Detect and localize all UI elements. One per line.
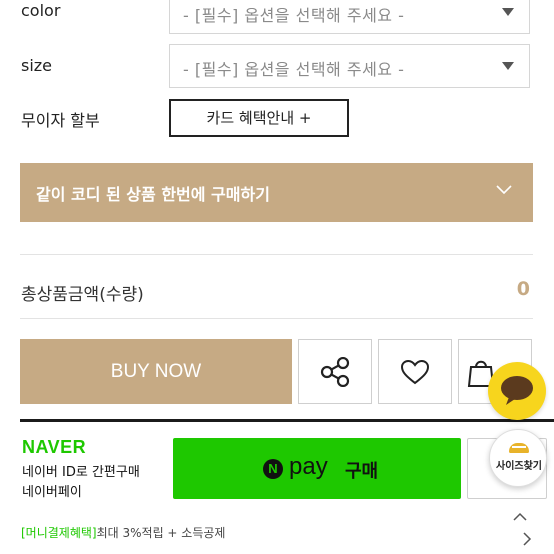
naver-pay-buy-button[interactable]: N pay 구매 — [173, 438, 461, 499]
total-price-value: 0 — [516, 278, 530, 300]
caret-down-icon — [502, 8, 514, 16]
naver-logo: NAVER — [22, 437, 87, 457]
heart-icon — [400, 359, 430, 384]
installment-label: 무이자 할부 — [21, 111, 100, 130]
naver-benefit[interactable]: [머니결제혜택]최대 3%적립 + 소득공제 — [21, 524, 225, 541]
naver-pay-text: 네이버페이 — [22, 485, 82, 500]
naver-n-icon: N — [263, 459, 283, 479]
scroll-up-icon[interactable] — [513, 512, 527, 521]
chat-button[interactable] — [488, 362, 546, 420]
benefit-tag: [머니결제혜택] — [21, 526, 97, 540]
size-select[interactable]: - [필수] 옵션을 선택해 주세요 - — [169, 44, 530, 88]
npay-word: pay — [289, 453, 328, 480]
scroll-down-icon[interactable] — [523, 532, 533, 546]
ruler-icon — [509, 443, 529, 453]
benefit-text: 최대 3%적립 + 소득공제 — [96, 526, 226, 540]
caret-down-icon — [502, 62, 514, 70]
share-icon — [320, 356, 350, 387]
divider — [20, 254, 533, 255]
chevron-down-icon — [496, 185, 512, 195]
buy-now-button[interactable]: BUY NOW — [20, 339, 292, 404]
coordi-purchase-label: 같이 코디 된 상품 한번에 구매하기 — [36, 185, 270, 204]
section-divider — [20, 419, 554, 422]
size-option-label: size — [21, 56, 53, 75]
share-button[interactable] — [298, 339, 372, 404]
wishlist-button[interactable] — [378, 339, 452, 404]
coordi-purchase-bar[interactable]: 같이 코디 된 상품 한번에 구매하기 — [20, 163, 533, 222]
naver-id-text: 네이버 ID로 간편구매 — [22, 465, 140, 480]
color-select-value: - [필수] 옵션을 선택해 주세요 - — [183, 6, 405, 25]
size-finder-button[interactable]: 사이즈찾기 — [489, 429, 547, 487]
color-select[interactable]: - [필수] 옵션을 선택해 주세요 - — [169, 0, 530, 34]
npay-buy-label: 구매 — [345, 461, 379, 482]
size-finder-label: 사이즈찾기 — [496, 461, 542, 472]
chat-bubble-icon — [501, 376, 533, 405]
total-price-label: 총상품금액(수량) — [21, 285, 144, 305]
color-option-label: color — [21, 1, 61, 20]
card-benefit-button[interactable]: 카드 혜택안내 + — [169, 99, 349, 137]
divider — [20, 318, 533, 319]
size-select-value: - [필수] 옵션을 선택해 주세요 - — [183, 60, 405, 79]
